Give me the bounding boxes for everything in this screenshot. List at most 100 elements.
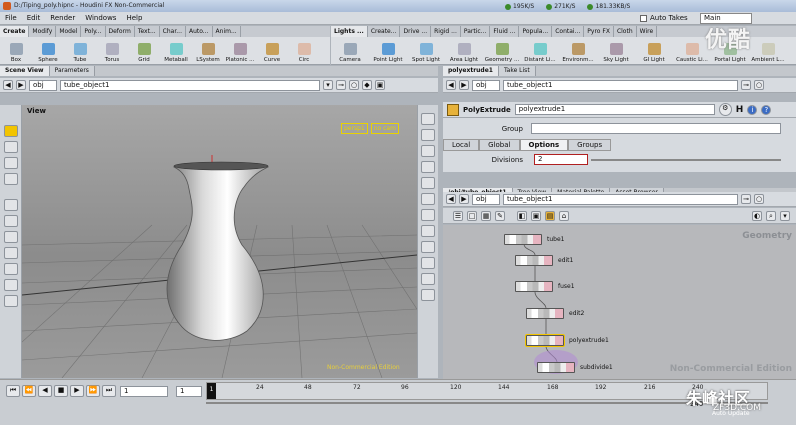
shelf-tab-particles[interactable]: Partic... xyxy=(461,26,491,37)
light-tool-7[interactable]: Sky Light xyxy=(597,37,635,64)
shelf-tab-deform[interactable]: Deform xyxy=(106,26,135,37)
light-tool-5[interactable]: Distant Li... xyxy=(521,37,559,64)
box-mode-icon[interactable]: □ xyxy=(467,210,477,221)
node-subdivide1[interactable]: subdivide1 xyxy=(537,362,613,373)
shelf-tool-2[interactable]: Tube xyxy=(64,37,96,64)
handle-tool-icon[interactable] xyxy=(3,215,18,227)
shelf-tab-rigid[interactable]: Rigid ... xyxy=(431,26,461,37)
node-tube1[interactable]: tube1 xyxy=(504,234,564,245)
subtab-options[interactable]: Options xyxy=(519,139,569,151)
tab-scene-view[interactable]: Scene View xyxy=(0,66,50,76)
net-view-icon[interactable]: ◐ xyxy=(752,210,762,221)
group-field[interactable] xyxy=(531,123,781,134)
shelf-tab-text[interactable]: Text... xyxy=(135,26,160,37)
path-node[interactable]: tube_object1 xyxy=(60,79,320,91)
node-polyextrude1[interactable]: polyextrude1 xyxy=(525,334,609,347)
shelf-tab-auto[interactable]: Auto... xyxy=(186,26,213,37)
render-region-icon[interactable] xyxy=(3,295,18,307)
menu-windows[interactable]: Windows xyxy=(80,12,121,25)
network-editor[interactable]: Geometry Non-Commercial Edition tube1 ed… xyxy=(443,225,796,381)
shelf-tool-0[interactable]: Box xyxy=(0,37,32,64)
shelf-tool-3[interactable]: Torus xyxy=(96,37,128,64)
layout-icon[interactable]: ◧ xyxy=(517,210,527,221)
wireframe-icon[interactable] xyxy=(421,145,435,157)
playhead-frame[interactable]: 1 xyxy=(207,383,216,399)
shelf-tab-anim[interactable]: Anim... xyxy=(213,26,241,37)
net-link-icon[interactable]: ○ xyxy=(754,194,764,204)
shelf-tab-drive[interactable]: Drive ... xyxy=(400,26,432,37)
auto-takes-toggle[interactable]: Auto Takes xyxy=(640,13,688,24)
stop-icon[interactable]: ■ xyxy=(54,385,68,397)
subtab-groups[interactable]: Groups xyxy=(568,139,612,151)
shelf-tool-6[interactable]: LSystem xyxy=(192,37,224,64)
sticky-note-icon[interactable]: ▤ xyxy=(545,210,555,221)
node-fuse1-box[interactable] xyxy=(515,281,553,292)
step-forward-icon[interactable]: ⏩ xyxy=(86,385,100,397)
net-back-arrow-icon[interactable]: ◀ xyxy=(446,194,456,204)
snapshot-icon[interactable] xyxy=(421,273,435,285)
subtab-local[interactable]: Local xyxy=(443,139,480,151)
shelf-tab-modify[interactable]: Modify xyxy=(29,26,57,37)
help-icon[interactable]: ? xyxy=(761,104,772,115)
net-forward-arrow-icon[interactable]: ▶ xyxy=(459,194,469,204)
persp-camera[interactable]: persp1 xyxy=(341,123,368,134)
lighting-icon[interactable] xyxy=(421,177,435,189)
net-pin-icon[interactable]: ⊸ xyxy=(741,194,751,204)
camera-icon[interactable] xyxy=(421,257,435,269)
link-icon[interactable]: ○ xyxy=(349,80,359,90)
shelf-tab-wire[interactable]: Wire xyxy=(637,26,658,37)
net-zoom-icon[interactable]: ⌕ xyxy=(766,210,776,221)
view-tool-icon[interactable] xyxy=(3,263,18,275)
shelf-tab-lights[interactable]: Lights ... xyxy=(331,26,368,37)
view-cube-icon[interactable]: ◆ xyxy=(362,80,372,90)
node-name-field[interactable]: polyextrude1 xyxy=(514,104,715,115)
shelf-tool-7[interactable]: Platonic ... xyxy=(224,37,256,64)
light-tool-6[interactable]: Environm... xyxy=(559,37,597,64)
shelf-tab-model[interactable]: Model xyxy=(56,26,82,37)
tab-take-list[interactable]: Take List xyxy=(498,66,536,76)
light-tool-8[interactable]: GI Light xyxy=(635,37,673,64)
subtab-global[interactable]: Global xyxy=(479,139,520,151)
points-icon[interactable] xyxy=(421,209,435,221)
pin-icon[interactable]: ⊸ xyxy=(336,80,346,90)
info-icon[interactable]: i xyxy=(747,104,758,115)
play-icon[interactable]: ▶ xyxy=(70,385,84,397)
camera-tag[interactable]: persp1 no cam xyxy=(341,123,399,134)
jump-end-icon[interactable]: ⏭ xyxy=(102,385,116,397)
shelf-tab-container[interactable]: Contai... xyxy=(552,26,585,37)
ghost-icon[interactable] xyxy=(421,129,435,141)
menu-render[interactable]: Render xyxy=(45,12,80,25)
snap-tool-icon[interactable] xyxy=(3,279,18,291)
shelf-tool-4[interactable]: Grid xyxy=(128,37,160,64)
light-tool-1[interactable]: Point Light xyxy=(369,37,407,64)
menu-edit[interactable]: Edit xyxy=(22,12,46,25)
divisions-slider[interactable] xyxy=(591,159,781,161)
light-tool-0[interactable]: Camera xyxy=(331,37,369,64)
node-fuse1[interactable]: fuse1 xyxy=(515,281,575,292)
note-icon[interactable]: ✎ xyxy=(495,210,505,221)
node-edit1-box[interactable] xyxy=(515,255,553,266)
frame-step-field[interactable]: 1 xyxy=(176,386,202,397)
shelf-tab-create[interactable]: Create xyxy=(0,26,30,37)
node-polyextrude1-box[interactable] xyxy=(525,334,565,347)
shelf-tab-cloth[interactable]: Cloth xyxy=(614,26,637,37)
rotate-tool-icon[interactable] xyxy=(3,157,18,169)
shelf-tab-poly[interactable]: Poly... xyxy=(81,26,106,37)
tab-parameters-left[interactable]: Parameters xyxy=(49,66,95,76)
current-frame-field[interactable]: 1 xyxy=(120,386,168,397)
shelf-tool-9[interactable]: Circ xyxy=(288,37,320,64)
transform-tool-icon[interactable] xyxy=(3,141,18,153)
network-box-icon[interactable]: ⌂ xyxy=(559,210,569,221)
list-mode-icon[interactable]: ☰ xyxy=(453,210,463,221)
param-path-root[interactable]: obj xyxy=(472,79,500,91)
shading-icon[interactable] xyxy=(421,161,435,173)
magnet-tool-icon[interactable] xyxy=(3,247,18,259)
jump-start-icon[interactable]: ⏮ xyxy=(6,385,20,397)
range-slider[interactable] xyxy=(206,402,768,404)
grid-mode-icon[interactable]: ▦ xyxy=(481,210,491,221)
shelf-tab-pyro[interactable]: Pyro FX xyxy=(584,26,614,37)
net-path-root[interactable]: obj xyxy=(472,193,500,205)
shelf-tab-create-dyn[interactable]: Create... xyxy=(368,26,401,37)
menu-file[interactable]: File xyxy=(0,12,22,25)
light-tool-11[interactable]: Ambient L... xyxy=(749,37,787,64)
